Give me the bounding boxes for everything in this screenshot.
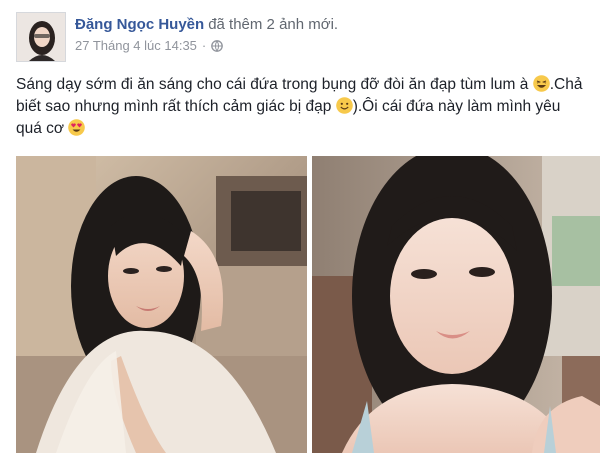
post-action-text: đã thêm 2 ảnh mới. bbox=[208, 16, 339, 33]
post-header: Đặng Ngọc Huyền đã thêm 2 ảnh mới. 27 Thá… bbox=[16, 12, 586, 64]
photo-selfie-close-up[interactable] bbox=[312, 156, 600, 453]
author-name-link[interactable]: Đặng Ngọc Huyền bbox=[75, 16, 204, 33]
post-title-line: Đặng Ngọc Huyền đã thêm 2 ảnh mới. bbox=[75, 16, 338, 33]
photo-grid bbox=[16, 156, 600, 453]
facebook-post: Đặng Ngọc Huyền đã thêm 2 ảnh mới. 27 Thá… bbox=[0, 0, 600, 453]
post-meta: 27 Tháng 4 lúc 14:35 · bbox=[75, 38, 224, 53]
heart-eyes-emoji-icon bbox=[68, 119, 86, 136]
photo-in-car-seat[interactable] bbox=[16, 156, 307, 453]
globe-icon[interactable] bbox=[211, 39, 224, 52]
meta-separator: · bbox=[201, 38, 207, 53]
laughing-emoji-icon bbox=[532, 75, 550, 92]
post-status-text: Sáng dạy sớm đi ăn sáng cho cái đứa tron… bbox=[16, 74, 586, 140]
smiling-emoji-icon bbox=[335, 97, 353, 114]
post-timestamp[interactable]: 27 Tháng 4 lúc 14:35 bbox=[75, 38, 197, 53]
status-text-part-1: Sáng dạy sớm đi ăn sáng cho cái đứa tron… bbox=[16, 76, 529, 93]
author-avatar[interactable] bbox=[16, 12, 66, 62]
